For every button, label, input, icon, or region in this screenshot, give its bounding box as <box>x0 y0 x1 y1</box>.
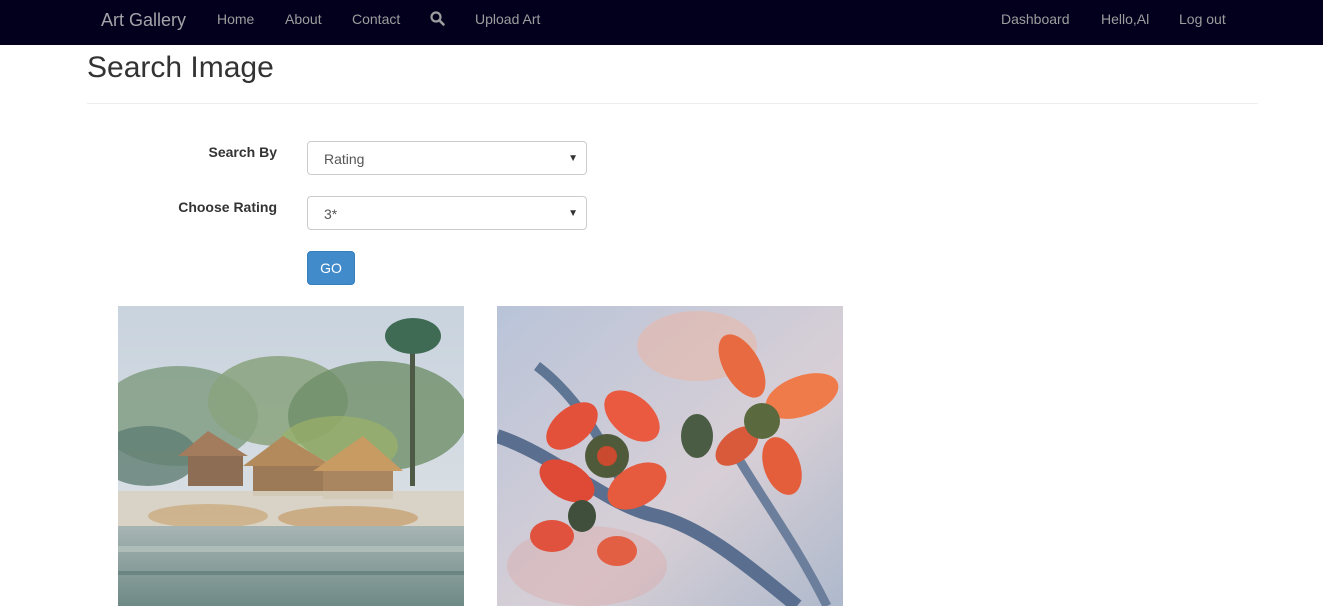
caret-down-icon: ▼ <box>568 153 578 164</box>
search-by-select[interactable]: Rating ▼ <box>307 141 587 175</box>
page-title: Search Image <box>87 51 274 84</box>
result-image-flowers[interactable] <box>497 306 843 606</box>
rating-select[interactable]: 3* ▼ <box>307 196 587 230</box>
header-divider <box>87 103 1258 104</box>
nav-dashboard-link[interactable]: Dashboard <box>1001 12 1070 26</box>
rating-selected-value: 3* <box>324 206 338 222</box>
search-by-selected-value: Rating <box>324 151 365 167</box>
nav-about-link[interactable]: About <box>285 12 322 26</box>
brand-link[interactable]: Art Gallery <box>101 10 186 31</box>
nav-home-link[interactable]: Home <box>217 12 254 26</box>
nav-contact-link[interactable]: Contact <box>352 12 400 26</box>
nav-logout-link[interactable]: Log out <box>1179 12 1226 26</box>
nav-user-greeting-link[interactable]: Hello,Al <box>1101 12 1149 26</box>
result-image-landscape[interactable] <box>118 306 464 606</box>
search-by-label: Search By <box>208 144 277 160</box>
search-icon[interactable] <box>429 10 447 28</box>
top-navbar: Art Gallery Home About Contact Upload Ar… <box>0 0 1323 45</box>
choose-rating-label: Choose Rating <box>178 199 277 215</box>
caret-down-icon: ▼ <box>568 208 578 219</box>
nav-upload-art-link[interactable]: Upload Art <box>475 12 540 26</box>
go-button[interactable]: GO <box>307 251 355 285</box>
